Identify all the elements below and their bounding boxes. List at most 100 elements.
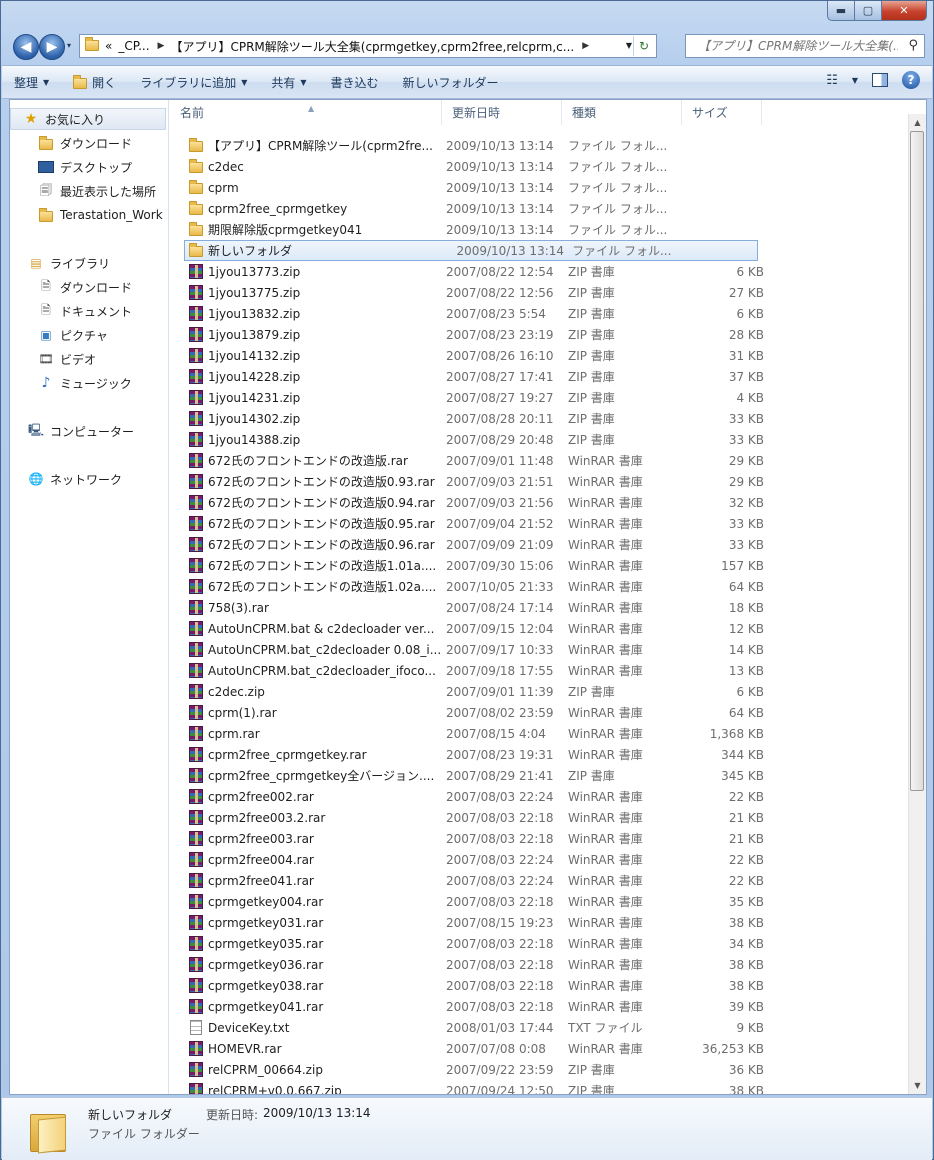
column-header-name[interactable]: 名前 ▲ bbox=[170, 100, 442, 125]
file-row[interactable]: cprm2free_cprmgetkey 2009/10/13 13:14 ファイル… bbox=[170, 198, 912, 219]
new-folder-button[interactable]: 新しいフォルダー bbox=[391, 74, 511, 91]
file-row[interactable]: cprm2free041.rar 2007/08/03 22:24 WinRAR 書… bbox=[170, 870, 912, 891]
details-date-value: 2009/10/13 13:14 bbox=[263, 1106, 371, 1120]
file-row[interactable]: 1jyou13773.zip 2007/08/22 12:54 ZIP 書庫 6 KB bbox=[170, 261, 912, 282]
file-row[interactable]: 1jyou14132.zip 2007/08/26 16:10 ZIP 書庫 31 K… bbox=[170, 345, 912, 366]
file-row[interactable]: c2dec 2009/10/13 13:14 ファイル フォル... bbox=[170, 156, 912, 177]
breadcrumb-item-cp[interactable]: _CP... bbox=[118, 39, 149, 53]
nav-network[interactable]: 🌐 ネットワーク bbox=[10, 468, 184, 490]
nav-videos[interactable]: 🎞 ビデオ bbox=[10, 348, 194, 370]
open-label: 開く bbox=[92, 75, 117, 90]
search-icon[interactable]: ⚲ bbox=[908, 38, 918, 53]
nav-recent-places[interactable]: 🗐 最近表示した場所 bbox=[10, 180, 194, 202]
file-row[interactable]: 1jyou13775.zip 2007/08/22 12:56 ZIP 書庫 27 K… bbox=[170, 282, 912, 303]
file-row[interactable]: cprmgetkey038.rar 2007/08/03 22:18 WinRAR … bbox=[170, 975, 912, 996]
file-row[interactable]: 672氏のフロントエンドの改造版1.02a.... 2007/10/05 21:3… bbox=[170, 576, 912, 597]
file-row[interactable]: cprm2free003.rar 2007/08/03 22:18 WinRAR 書… bbox=[170, 828, 912, 849]
file-row[interactable]: 1jyou13832.zip 2007/08/23 5:54 ZIP 書庫 6 KB bbox=[170, 303, 912, 324]
file-row[interactable]: 672氏のフロントエンドの改造版0.93.rar 2007/09/03 21:51… bbox=[170, 471, 912, 492]
large-folder-icon bbox=[30, 1108, 66, 1154]
preview-pane-icon[interactable] bbox=[872, 73, 888, 87]
open-button[interactable]: 開く bbox=[61, 74, 128, 91]
view-dropdown-icon[interactable]: ▼ bbox=[852, 76, 858, 85]
file-row[interactable]: 期限解除版cprmgetkey041 2009/10/13 13:14 ファイル フ… bbox=[170, 219, 912, 240]
nav-terastation-work[interactable]: Terastation_Work bbox=[10, 204, 194, 226]
file-row[interactable]: 1jyou13879.zip 2007/08/23 23:19 ZIP 書庫 28 K… bbox=[170, 324, 912, 345]
nav-downloads[interactable]: ダウンロード bbox=[10, 132, 194, 154]
file-row[interactable]: 1jyou14231.zip 2007/08/27 19:27 ZIP 書庫 4 KB bbox=[170, 387, 912, 408]
search-input[interactable] bbox=[696, 38, 900, 54]
column-header-date[interactable]: 更新日時 bbox=[442, 100, 562, 125]
back-button[interactable]: ◀ bbox=[13, 34, 39, 60]
file-row[interactable]: 672氏のフロントエンドの改造版0.96.rar 2007/09/09 21:09… bbox=[170, 534, 912, 555]
help-icon[interactable]: ? bbox=[902, 71, 920, 89]
file-row[interactable]: cprmgetkey036.rar 2007/08/03 22:18 WinRAR … bbox=[170, 954, 912, 975]
file-row[interactable]: 672氏のフロントエンドの改造版1.01a.... 2007/09/30 15:0… bbox=[170, 555, 912, 576]
scroll-down-icon[interactable]: ▼ bbox=[909, 1077, 926, 1094]
add-to-library-button[interactable]: ライブラリに追加 ▼ bbox=[128, 74, 259, 91]
file-row[interactable]: 672氏のフロントエンドの改造版0.95.rar 2007/09/04 21:52… bbox=[170, 513, 912, 534]
file-row[interactable]: AutoUnCPRM.bat_c2decloader 0.08_i... 2007… bbox=[170, 639, 912, 660]
file-row[interactable]: 1jyou14302.zip 2007/08/28 20:11 ZIP 書庫 33 K… bbox=[170, 408, 912, 429]
nav-favorites[interactable]: ★ お気に入り bbox=[10, 108, 166, 130]
recent-pages-dropdown[interactable]: ▾ bbox=[67, 41, 71, 50]
nav-computer[interactable]: 🖳 コンピューター bbox=[10, 420, 184, 442]
file-row[interactable]: cprm2free002.rar 2007/08/03 22:24 WinRAR 書… bbox=[170, 786, 912, 807]
share-button[interactable]: 共有 ▼ bbox=[259, 74, 318, 91]
maximize-button[interactable]: ▢ bbox=[855, 1, 882, 21]
file-row[interactable]: cprm(1).rar 2007/08/02 23:59 WinRAR 書庫 64 K… bbox=[170, 702, 912, 723]
file-row[interactable]: AutoUnCPRM.bat & c2decloader ver... 2007/… bbox=[170, 618, 912, 639]
file-row[interactable]: cprm2free_cprmgetkey全バージョン.... 2007/08/29… bbox=[170, 765, 912, 786]
address-dropdown-icon[interactable]: ▼ bbox=[626, 41, 632, 50]
file-row[interactable]: cprmgetkey035.rar 2007/08/03 22:18 WinRAR … bbox=[170, 933, 912, 954]
forward-button[interactable]: ▶ bbox=[39, 34, 65, 60]
file-row[interactable]: cprm 2009/10/13 13:14 ファイル フォル... bbox=[170, 177, 912, 198]
breadcrumb-item-current[interactable]: 【アプリ】CPRM解除ツール大全集(cprmgetkey,cprm2free,r… bbox=[170, 38, 574, 55]
view-options-icon[interactable]: ☷ bbox=[826, 73, 838, 88]
file-date: 2009/10/13 13:14 bbox=[456, 243, 565, 258]
breadcrumb-overflow[interactable]: « bbox=[105, 39, 112, 53]
organize-button[interactable]: 整理 ▼ bbox=[2, 74, 61, 91]
file-date: 2007/08/03 22:18 bbox=[446, 957, 554, 972]
column-header-size[interactable]: サイズ bbox=[682, 100, 762, 125]
nav-lib-downloads[interactable]: 🗎 ダウンロード bbox=[10, 276, 194, 298]
breadcrumb-separator-icon[interactable]: ▶ bbox=[582, 41, 589, 51]
file-row[interactable]: cprmgetkey041.rar 2007/08/03 22:18 WinRAR … bbox=[170, 996, 912, 1017]
close-button[interactable]: ✕ bbox=[882, 1, 927, 21]
search-box[interactable]: ⚲ bbox=[685, 34, 925, 58]
file-row[interactable]: HOMEVR.rar 2007/07/08 0:08 WinRAR 書庫 36,253… bbox=[170, 1038, 912, 1059]
file-row[interactable]: relCPRM_00664.zip 2007/09/22 23:59 ZIP 書庫 3… bbox=[170, 1059, 912, 1080]
file-row[interactable]: DeviceKey.txt 2008/01/03 17:44 TXT ファイル 9 K… bbox=[170, 1017, 912, 1038]
file-row[interactable]: cprm2free003.2.rar 2007/08/03 22:18 WinRAR… bbox=[170, 807, 912, 828]
file-row[interactable]: cprmgetkey004.rar 2007/08/03 22:18 WinRAR … bbox=[170, 891, 912, 912]
file-row[interactable]: 新しいフォルダ 2009/10/13 13:14 ファイル フォル... bbox=[184, 240, 758, 261]
nav-pictures[interactable]: ▣ ピクチャ bbox=[10, 324, 194, 346]
archive-icon bbox=[188, 621, 204, 637]
file-row[interactable]: cprm.rar 2007/08/15 4:04 WinRAR 書庫 1,368 KB bbox=[170, 723, 912, 744]
file-row[interactable]: AutoUnCPRM.bat_c2decloader_ifoco... 2007/… bbox=[170, 660, 912, 681]
file-row[interactable]: c2dec.zip 2007/09/01 11:39 ZIP 書庫 6 KB bbox=[170, 681, 912, 702]
file-row[interactable]: 【アプリ】CPRM解除ツール(cprm2fre... 2009/10/13 13:… bbox=[170, 135, 912, 156]
file-row[interactable]: cprm2free_cprmgetkey.rar 2007/08/23 19:31… bbox=[170, 744, 912, 765]
nav-music[interactable]: ♪ ミュージック bbox=[10, 372, 194, 394]
file-row[interactable]: 672氏のフロントエンドの改造版0.94.rar 2007/09/03 21:56… bbox=[170, 492, 912, 513]
file-row[interactable]: 758(3).rar 2007/08/24 17:14 WinRAR 書庫 18 KB bbox=[170, 597, 912, 618]
nav-libraries[interactable]: ▤ ライブラリ bbox=[10, 252, 184, 274]
address-bar[interactable]: « _CP... ▶ 【アプリ】CPRM解除ツール大全集(cprmgetkey,… bbox=[79, 34, 657, 58]
nav-documents[interactable]: 🗎 ドキュメント bbox=[10, 300, 194, 322]
nav-desktop[interactable]: デスクトップ bbox=[10, 156, 194, 178]
file-row[interactable]: cprmgetkey031.rar 2007/08/15 19:23 WinRAR … bbox=[170, 912, 912, 933]
scroll-up-icon[interactable]: ▲ bbox=[909, 114, 926, 131]
column-header-type[interactable]: 種類 bbox=[562, 100, 682, 125]
file-row[interactable]: 672氏のフロントエンドの改造版.rar 2007/09/01 11:48 WinR… bbox=[170, 450, 912, 471]
file-row[interactable]: 1jyou14228.zip 2007/08/27 17:41 ZIP 書庫 37 K… bbox=[170, 366, 912, 387]
burn-button[interactable]: 書き込む bbox=[319, 74, 391, 91]
file-row[interactable]: cprm2free004.rar 2007/08/03 22:24 WinRAR 書… bbox=[170, 849, 912, 870]
vertical-scrollbar[interactable]: ▲ ▼ bbox=[908, 114, 926, 1094]
scrollbar-thumb[interactable] bbox=[910, 131, 924, 791]
refresh-icon[interactable]: ↻ bbox=[633, 36, 654, 56]
file-row[interactable]: relCPRM+v0.0.667.zip 2007/09/24 12:50 ZIP … bbox=[170, 1080, 912, 1094]
minimize-button[interactable]: ▬ bbox=[827, 1, 855, 21]
breadcrumb-separator-icon[interactable]: ▶ bbox=[158, 41, 165, 51]
file-row[interactable]: 1jyou14388.zip 2007/08/29 20:48 ZIP 書庫 33 K… bbox=[170, 429, 912, 450]
